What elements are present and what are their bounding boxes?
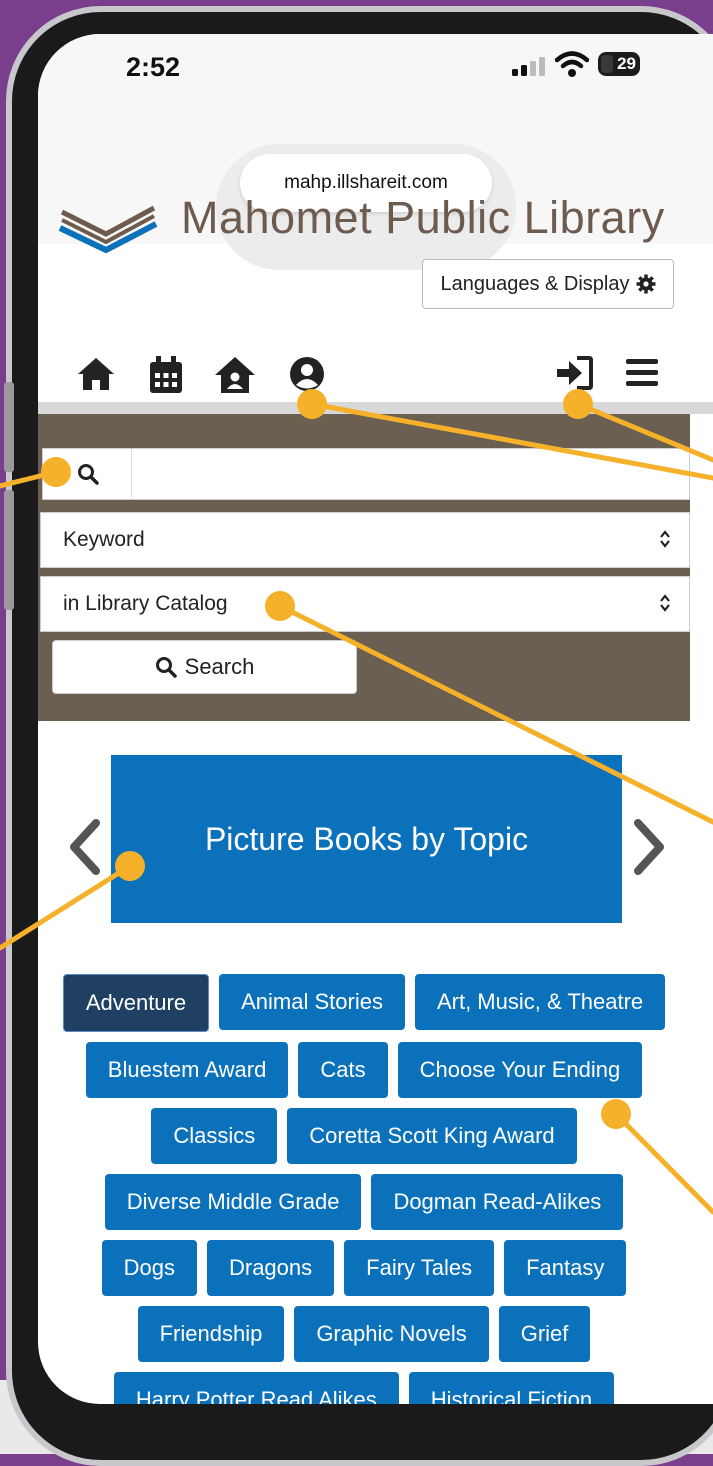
languages-label: Languages & Display bbox=[440, 272, 630, 295]
topic-tag[interactable]: Classics bbox=[151, 1108, 278, 1164]
search-button-label: Search bbox=[184, 654, 255, 679]
topic-tag[interactable]: Art, Music, & Theatre bbox=[414, 974, 666, 1030]
chevron-up-down-icon bbox=[660, 530, 670, 548]
search-button[interactable]: Search bbox=[52, 640, 357, 694]
carousel-title: Picture Books by Topic bbox=[204, 820, 529, 857]
carousel-prev-icon[interactable] bbox=[68, 819, 102, 875]
account-icon[interactable] bbox=[289, 356, 325, 392]
gear-icon bbox=[636, 274, 655, 294]
topic-row: Adventure Animal Stories Art, Music, & The… bbox=[38, 974, 690, 1032]
carousel-slide[interactable]: Picture Books by Topic bbox=[111, 755, 622, 923]
topic-row: Friendship Graphic Novels Grief bbox=[38, 1306, 690, 1362]
topic-row: Classics Coretta Scott King Award bbox=[38, 1108, 690, 1164]
signal-icon bbox=[512, 57, 545, 76]
search-panel: Keyword in Library Catalog Search bbox=[38, 414, 690, 721]
topic-tag[interactable]: Diverse Middle Grade bbox=[104, 1174, 362, 1230]
carousel-next-icon[interactable] bbox=[632, 819, 666, 875]
topic-tag[interactable]: Bluestem Award bbox=[85, 1042, 289, 1098]
topic-tag[interactable]: Harry Potter Read Alikes bbox=[113, 1372, 399, 1404]
library-home-icon[interactable] bbox=[214, 356, 256, 394]
topic-row: Harry Potter Read Alikes Historical Ficti… bbox=[38, 1372, 690, 1404]
topic-tag[interactable]: Dogman Read-Alikes bbox=[371, 1174, 624, 1230]
topic-tag[interactable]: Fairy Tales bbox=[344, 1240, 495, 1296]
topic-tag[interactable]: Adventure bbox=[62, 974, 210, 1032]
search-type-select[interactable]: Keyword bbox=[40, 512, 690, 568]
search-scope-select[interactable]: in Library Catalog bbox=[40, 576, 690, 632]
status-bar: 2:52 29 bbox=[38, 34, 713, 104]
chevron-up-down-icon bbox=[660, 594, 670, 612]
login-icon[interactable] bbox=[555, 356, 593, 390]
status-time: 2:52 bbox=[126, 52, 181, 82]
volume-down-button bbox=[4, 490, 14, 610]
menu-icon[interactable] bbox=[624, 356, 660, 388]
topic-tag[interactable]: Cats bbox=[298, 1042, 388, 1098]
battery-indicator: 29 bbox=[598, 52, 640, 76]
topic-tag[interactable]: Coretta Scott King Award bbox=[287, 1108, 577, 1164]
library-logo bbox=[58, 205, 158, 254]
languages-display-button[interactable]: Languages & Display bbox=[422, 259, 674, 309]
topic-tag-list: Adventure Animal Stories Art, Music, & The… bbox=[38, 974, 690, 1404]
search-input-row[interactable] bbox=[42, 448, 690, 500]
volume-up-button bbox=[4, 382, 14, 472]
topic-row: Dogs Dragons Fairy Tales Fantasy bbox=[38, 1240, 690, 1296]
topic-tag[interactable]: Fantasy bbox=[504, 1240, 627, 1296]
topic-tag[interactable]: Choose Your Ending bbox=[397, 1042, 643, 1098]
topic-row: Diverse Middle Grade Dogman Read-Alikes bbox=[38, 1174, 690, 1230]
topic-tag[interactable]: Friendship bbox=[137, 1306, 285, 1362]
topic-tag[interactable]: Dogs bbox=[101, 1240, 197, 1296]
wifi-icon bbox=[555, 51, 589, 77]
header-divider bbox=[38, 402, 713, 414]
search-divider bbox=[131, 449, 132, 499]
search-type-value: Keyword bbox=[63, 528, 145, 551]
search-icon bbox=[78, 464, 99, 485]
search-scope-value: in Library Catalog bbox=[63, 592, 228, 615]
library-title[interactable]: Mahomet Public Library bbox=[181, 192, 665, 244]
phone-screen: 2:52 29 mahp.illshareit.com Mahomet Publ… bbox=[38, 34, 713, 1404]
topic-tag[interactable]: Grief bbox=[498, 1306, 591, 1362]
battery-level: 29 bbox=[617, 54, 636, 73]
home-icon[interactable] bbox=[76, 356, 116, 392]
topic-tag[interactable]: Graphic Novels bbox=[294, 1306, 489, 1362]
topic-tag[interactable]: Animal Stories bbox=[219, 974, 405, 1030]
topic-row: Bluestem Award Cats Choose Your Ending bbox=[38, 1042, 690, 1098]
topic-tag[interactable]: Dragons bbox=[206, 1240, 335, 1296]
search-icon bbox=[155, 657, 177, 678]
icon-nav-bar bbox=[38, 344, 713, 404]
topic-tag[interactable]: Historical Fiction bbox=[408, 1372, 615, 1404]
calendar-icon[interactable] bbox=[149, 356, 183, 394]
